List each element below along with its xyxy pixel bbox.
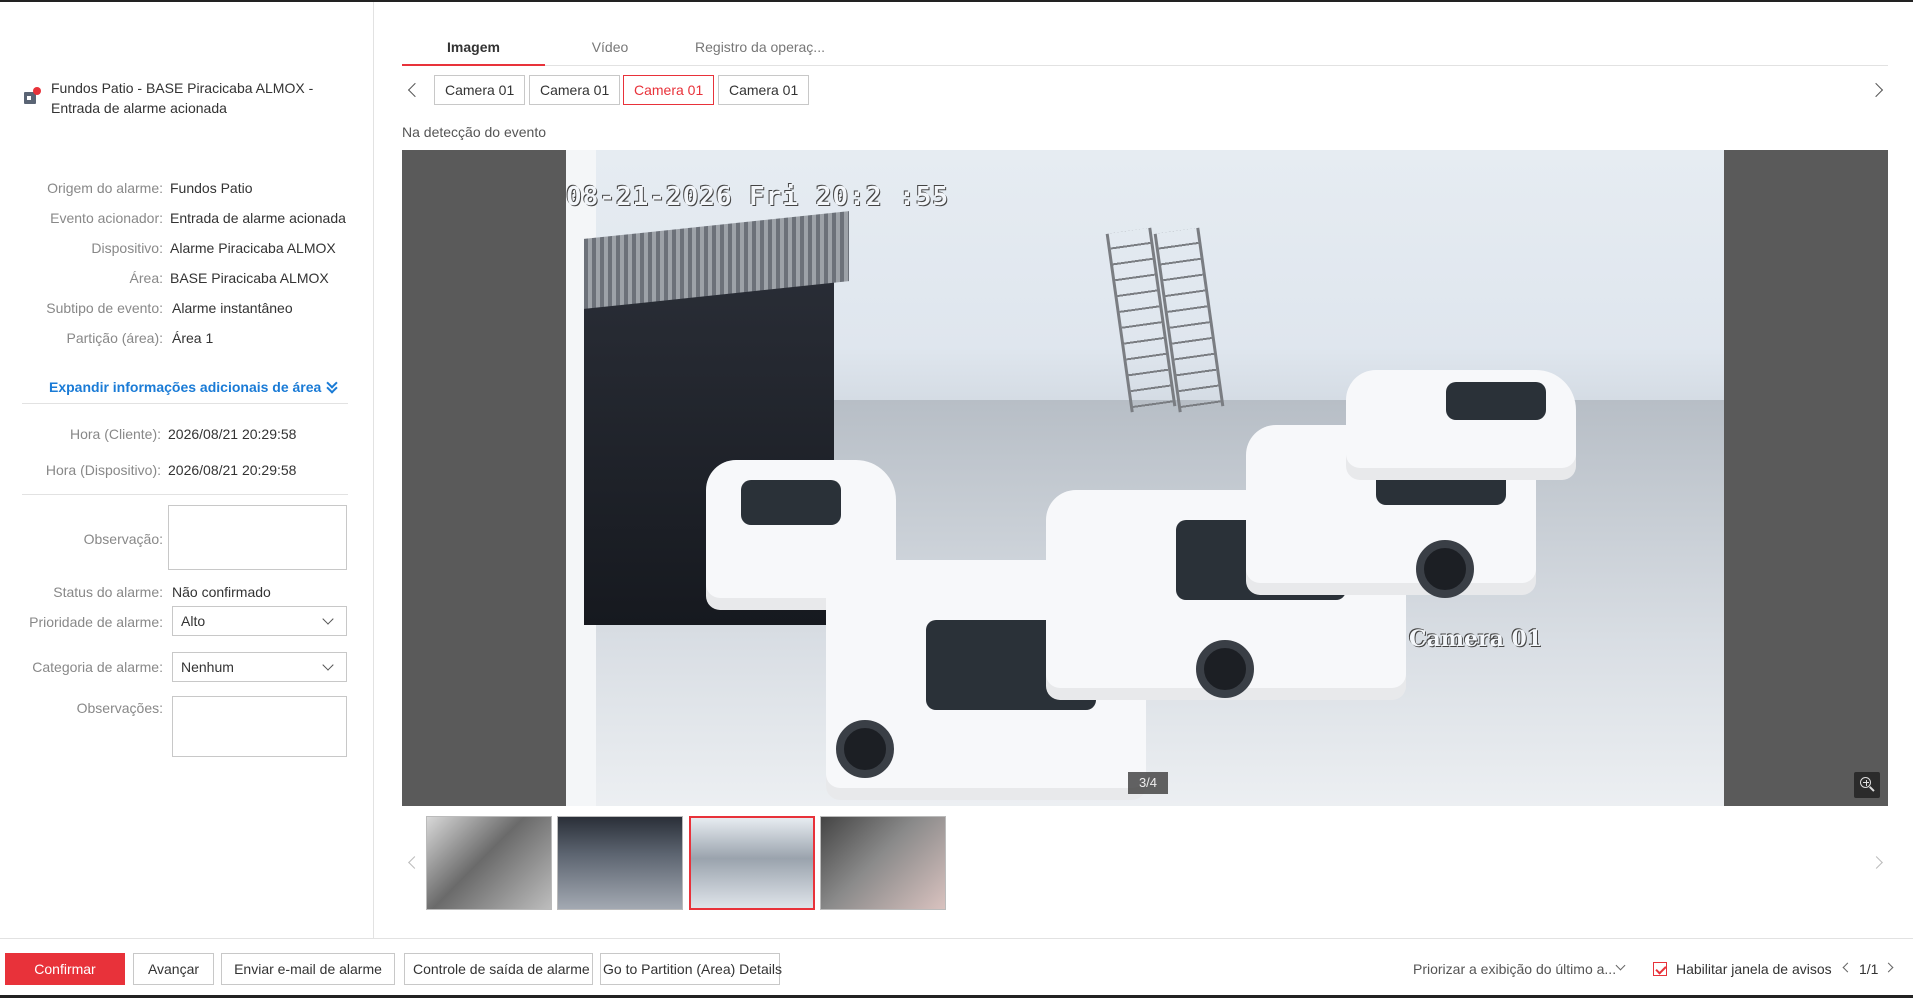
detail-label: Evento acionador:	[50, 210, 163, 226]
thumbnail-3[interactable]	[689, 816, 815, 910]
detection-label: Na detecção do evento	[402, 124, 546, 140]
observacoes-label: Observações:	[76, 700, 163, 716]
detail-row-origem: Origem do alarme: Fundos Patio	[0, 178, 374, 198]
detail-label: Dispositivo:	[91, 240, 163, 256]
tab-imagem[interactable]: Imagem	[402, 30, 545, 66]
osd-timestamp: 08-21-2026 Fri 20:2 :55	[566, 182, 950, 212]
categoria-select[interactable]: Nenhum	[172, 652, 347, 682]
alarm-details-panel: Fundos Patio - BASE Piracicaba ALMOX - E…	[0, 2, 374, 938]
alarm-output-button[interactable]: Controle de saída de alarme	[404, 953, 593, 985]
chevron-down-icon	[322, 613, 334, 625]
detail-label: Área:	[129, 270, 163, 286]
confirm-button[interactable]: Confirmar	[5, 953, 125, 985]
expand-area-info-link[interactable]: Expandir informações adicionais de área	[49, 379, 338, 395]
observacao-textarea[interactable]	[168, 505, 347, 570]
detail-row-particao: Partição (área): Área 1	[0, 328, 374, 348]
detail-value: Alarme instantâneo	[172, 300, 293, 316]
detail-label: Subtipo de evento:	[46, 300, 163, 316]
observacao-label: Observação:	[83, 531, 163, 547]
status-label: Status do alarme:	[53, 584, 163, 600]
camera-snapshot: 08-21-2026 Fri 20:2 :55 Camera 01	[566, 150, 1724, 806]
enable-popup-checkbox[interactable]	[1653, 962, 1667, 976]
send-email-button[interactable]: Enviar e-mail de alarme	[221, 953, 395, 985]
detail-value: Fundos Patio	[170, 180, 253, 196]
camera-button-4[interactable]: Camera 01	[718, 75, 810, 105]
detail-value: BASE Piracicaba ALMOX	[170, 270, 329, 286]
thumbnail-strip	[402, 816, 1888, 912]
zoom-in-button[interactable]	[1854, 772, 1880, 798]
thumbnail-4[interactable]	[820, 816, 946, 910]
prioridade-selected: Alto	[181, 613, 206, 629]
chevron-right-icon[interactable]	[1883, 962, 1894, 973]
chevron-down-icon	[1615, 960, 1626, 971]
chevron-left-icon[interactable]	[1842, 962, 1853, 973]
time-row-device: Hora (Dispositivo): 2026/08/21 20:29:58	[0, 460, 374, 480]
camera-button-1[interactable]: Camera 01	[434, 75, 526, 105]
content-tabs: Imagem Vídeo Registro da operaç...	[402, 30, 1888, 66]
categoria-label: Categoria de alarme:	[32, 659, 163, 675]
time-value: 2026/08/21 20:29:58	[168, 426, 297, 442]
prioridade-label: Prioridade de alarme:	[29, 614, 163, 630]
partition-details-button[interactable]: Go to Partition (Area) Details	[600, 953, 782, 985]
tab-video[interactable]: Vídeo	[545, 30, 675, 66]
observacoes-textarea[interactable]	[172, 696, 347, 757]
chevron-left-icon[interactable]	[408, 856, 421, 869]
detail-row-dispositivo: Dispositivo: Alarme Piracicaba ALMOX	[0, 238, 374, 258]
alarm-input-icon	[22, 86, 42, 106]
divider	[22, 403, 348, 404]
camera-strip: Camera 01 Camera 01 Camera 01 Camera 01	[402, 75, 1888, 105]
time-label: Hora (Cliente):	[69, 426, 161, 442]
detail-row-subtipo: Subtipo de evento: Alarme instantâneo	[0, 298, 374, 318]
detail-value: Alarme Piracicaba ALMOX	[170, 240, 336, 256]
time-value: 2026/08/21 20:29:58	[168, 462, 297, 478]
chevron-right-icon[interactable]	[1870, 856, 1883, 869]
chevron-left-icon[interactable]	[407, 82, 423, 98]
camera-button-2[interactable]: Camera 01	[529, 75, 621, 105]
detail-label: Partição (área):	[66, 330, 163, 346]
pager: 1/1	[1859, 961, 1879, 977]
expand-area-info-label: Expandir informações adicionais de área	[49, 379, 322, 395]
image-counter: 3/4	[1128, 772, 1168, 794]
detail-value: Área 1	[172, 330, 214, 346]
priority-display-dropdown[interactable]: Priorizar a exibição do último a...	[1413, 961, 1616, 977]
detail-row-area: Área: BASE Piracicaba ALMOX	[0, 268, 374, 288]
osd-camera-name: Camera 01	[1409, 626, 1543, 652]
alarm-header: Fundos Patio - BASE Piracicaba ALMOX - E…	[22, 78, 352, 118]
tab-registro[interactable]: Registro da operaç...	[675, 30, 845, 66]
detail-label: Origem do alarme:	[47, 180, 163, 196]
detail-row-evento: Evento acionador: Entrada de alarme acio…	[0, 208, 374, 228]
chevron-down-icon	[322, 659, 334, 671]
thumbnail-1[interactable]	[426, 816, 552, 910]
action-bar: Confirmar Avançar Enviar e-mail de alarm…	[0, 938, 1913, 998]
image-viewer[interactable]: 08-21-2026 Fri 20:2 :55 Camera 01 3/4	[402, 150, 1888, 806]
alarm-title-line1: Fundos Patio - BASE Piracicaba ALMOX -	[51, 80, 314, 96]
alarm-title: Fundos Patio - BASE Piracicaba ALMOX - E…	[51, 78, 313, 118]
alarm-title-line2: Entrada de alarme acionada	[51, 100, 227, 116]
enable-popup-label: Habilitar janela de avisos	[1676, 961, 1832, 977]
time-row-client: Hora (Cliente): 2026/08/21 20:29:58	[0, 424, 374, 444]
chevron-right-icon[interactable]	[1868, 82, 1884, 98]
detail-value: Entrada de alarme acionada	[170, 210, 346, 226]
advance-button[interactable]: Avançar	[133, 953, 214, 985]
status-value: Não confirmado	[172, 584, 271, 600]
camera-button-3[interactable]: Camera 01	[623, 75, 715, 105]
divider	[22, 494, 348, 495]
categoria-selected: Nenhum	[181, 659, 234, 675]
time-label: Hora (Dispositivo):	[45, 462, 161, 478]
double-chevron-down-icon	[326, 381, 338, 393]
thumbnail-2[interactable]	[557, 816, 683, 910]
prioridade-select[interactable]: Alto	[172, 606, 347, 636]
